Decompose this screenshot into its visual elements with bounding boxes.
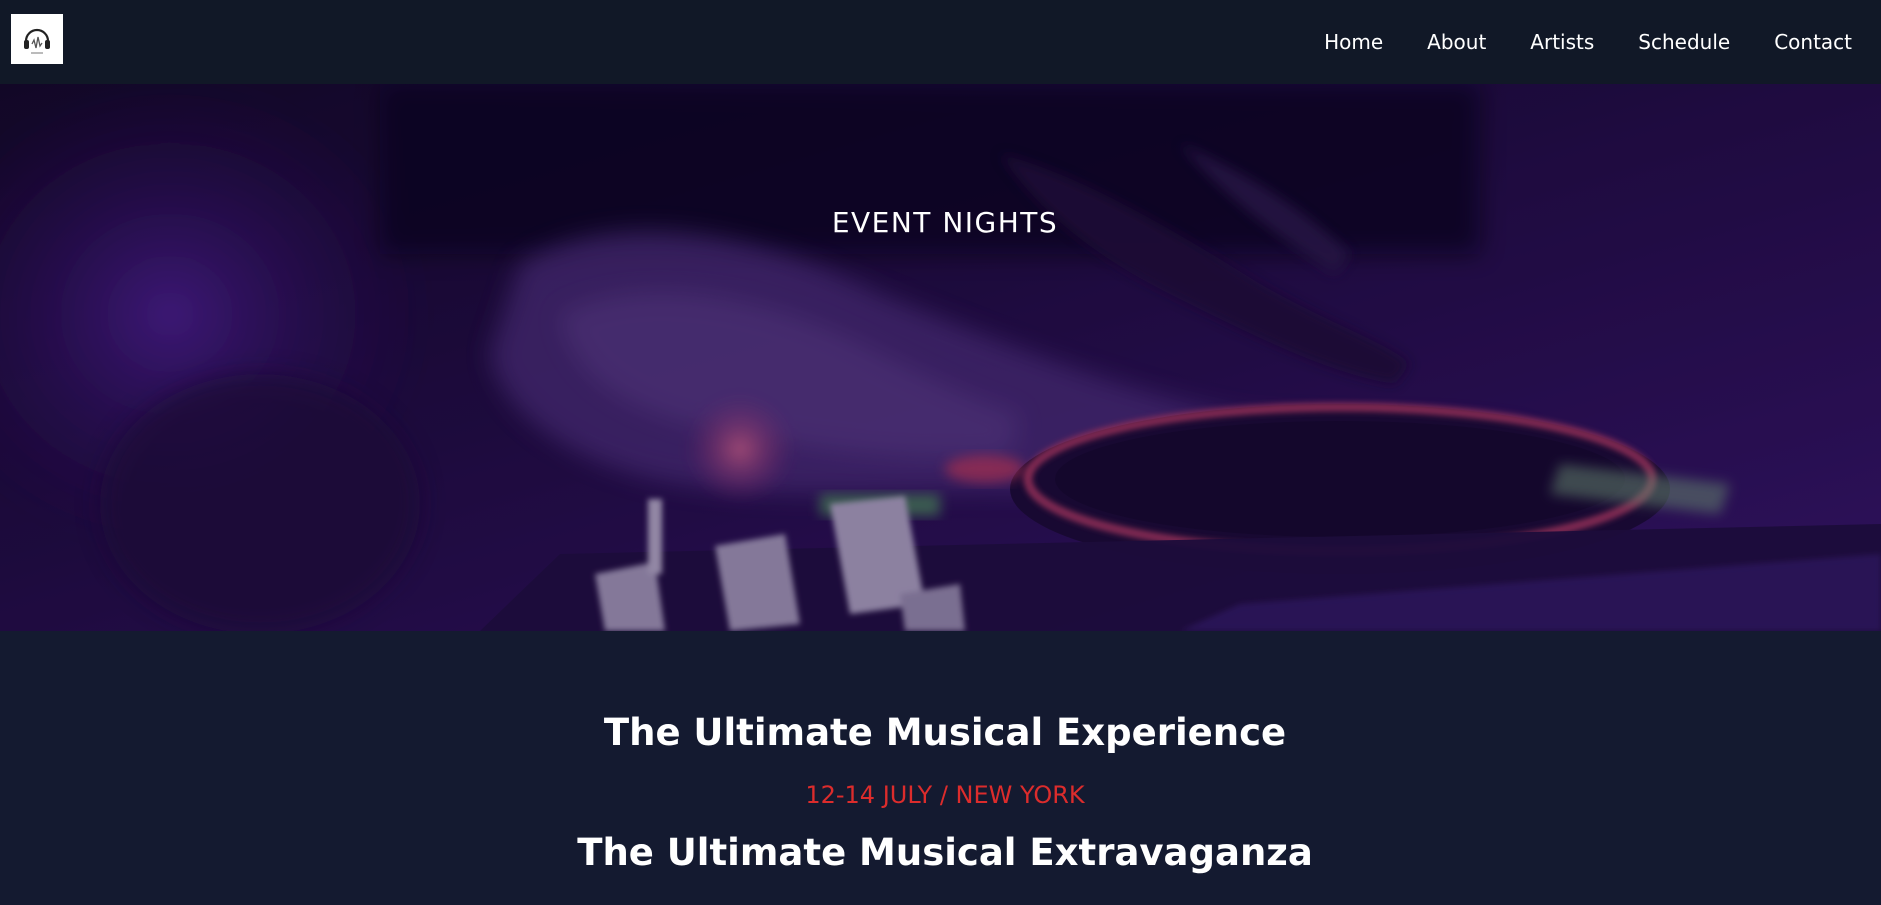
- site-logo[interactable]: [11, 14, 63, 64]
- dj-mixer-hero-image: [0, 84, 1881, 631]
- nav-links: Home About Artists Schedule Contact: [1280, 0, 1852, 84]
- nav-link-about[interactable]: About: [1427, 30, 1486, 54]
- headphones-logo-icon: [24, 28, 50, 54]
- nav-link-contact[interactable]: Contact: [1774, 30, 1852, 54]
- main-headline: The Ultimate Musical Experience: [603, 711, 1287, 754]
- hero-title: EVENT NIGHTS: [831, 206, 1059, 239]
- top-navbar: Home About Artists Schedule Contact: [0, 0, 1881, 84]
- nav-link-schedule[interactable]: Schedule: [1638, 30, 1730, 54]
- nav-link-home[interactable]: Home: [1324, 30, 1383, 54]
- nav-link-artists[interactable]: Artists: [1530, 30, 1594, 54]
- hero-banner: EVENT NIGHTS: [0, 84, 1881, 631]
- event-date-location: 12-14 JULY / NEW YORK: [805, 781, 1085, 809]
- sub-headline: The Ultimate Musical Extravaganza: [577, 831, 1313, 874]
- event-intro-section: The Ultimate Musical Experience 12-14 JU…: [0, 631, 1881, 905]
